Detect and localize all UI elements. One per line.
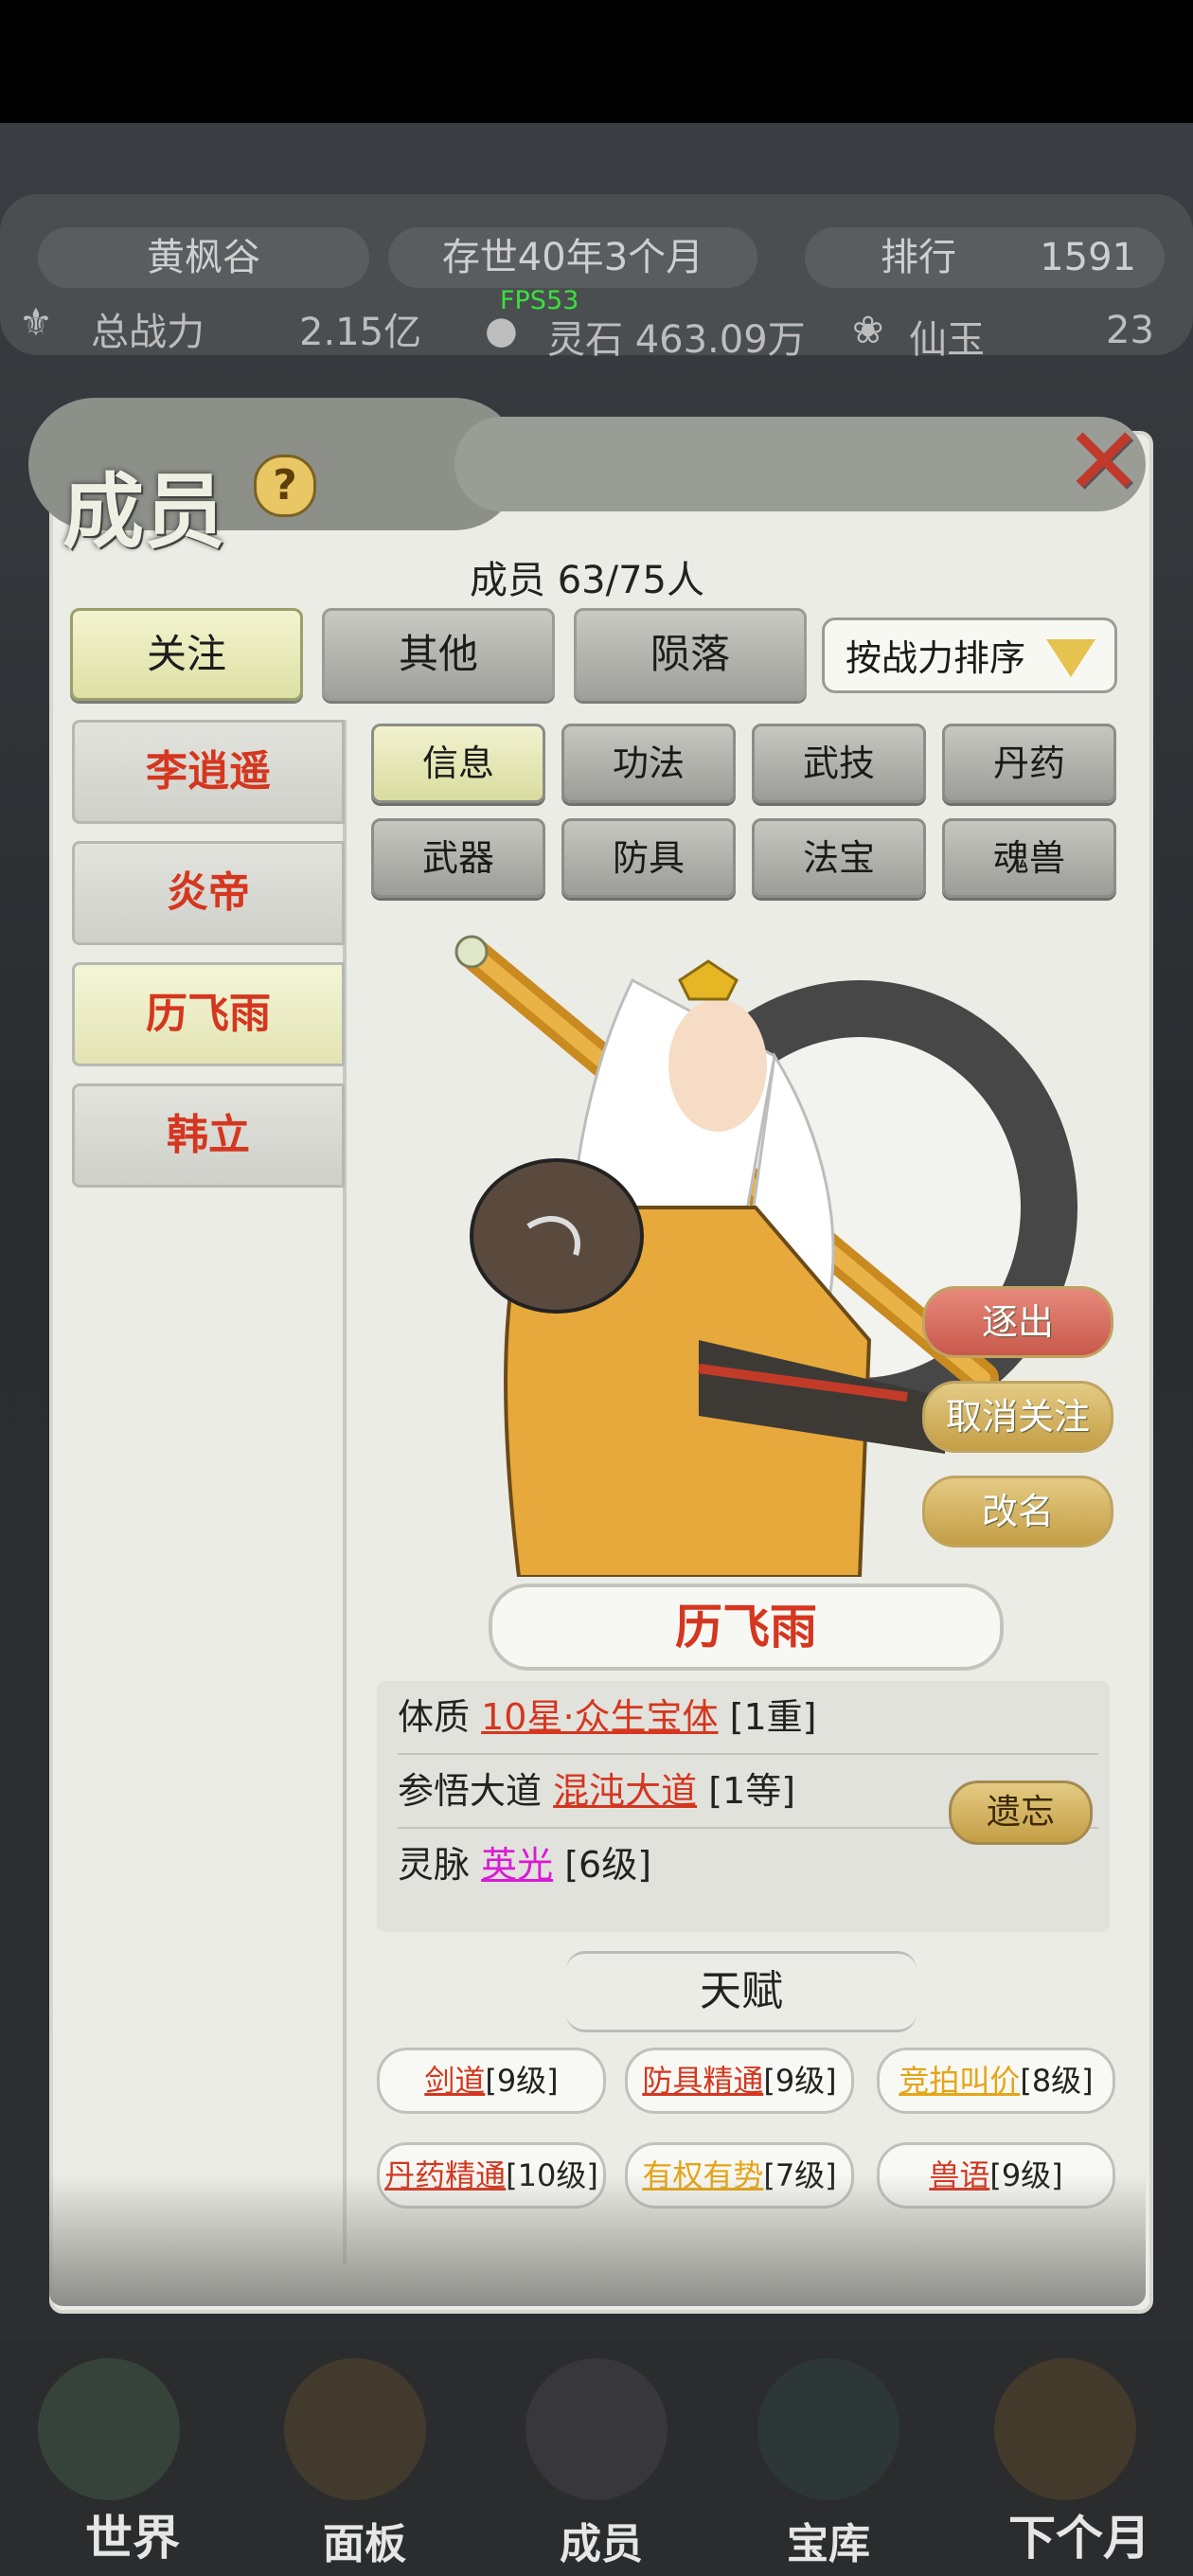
- vein-value: 英光: [481, 1844, 554, 1886]
- close-icon[interactable]: ✕: [1064, 415, 1144, 510]
- rename-button[interactable]: 改名: [922, 1476, 1113, 1547]
- fps-counter: FPS53: [500, 286, 579, 315]
- constitution-label: 体质: [398, 1696, 471, 1738]
- tab-fallen[interactable]: 陨落: [574, 608, 807, 701]
- talent-title: 天赋: [566, 1951, 917, 2032]
- attribute-constitution: 体质 10星·众生宝体 [1重]: [398, 1681, 1098, 1755]
- total-power-value: 2.15亿: [299, 311, 422, 354]
- member-item-han-li[interactable]: 韩立: [72, 1083, 345, 1188]
- expel-button[interactable]: 逐出: [922, 1286, 1113, 1358]
- constitution-level: [1重]: [729, 1696, 817, 1738]
- dialog-bottom-decoration: [49, 2174, 1146, 2306]
- member-item-li-feiyu[interactable]: 历飞雨: [72, 962, 345, 1066]
- talent-level: [8级]: [1020, 2063, 1094, 2099]
- talent-level: [9级]: [485, 2063, 559, 2099]
- talent-name: 竞拍叫价: [899, 2063, 1021, 2099]
- nav-panel[interactable]: 面板: [270, 2510, 459, 2570]
- member-item-yandi[interactable]: 炎帝: [72, 841, 345, 945]
- nav-world[interactable]: 世界: [38, 2500, 227, 2568]
- dao-value: 混沌大道: [553, 1770, 698, 1812]
- subtab-soul-beast[interactable]: 魂兽: [942, 818, 1116, 898]
- vein-level: [6级]: [564, 1844, 652, 1886]
- constitution-value: 10星·众生宝体: [481, 1696, 719, 1738]
- dialog-title: 成员: [62, 464, 225, 560]
- status-bar: [0, 0, 1193, 123]
- ranking-label: 排行: [881, 236, 956, 279]
- next-month-icon: [994, 2358, 1136, 2500]
- subtab-pills[interactable]: 丹药: [942, 724, 1116, 803]
- total-power-label: 总战力: [91, 311, 205, 354]
- subtab-technique[interactable]: 功法: [561, 724, 736, 803]
- chevron-down-icon: [1046, 639, 1095, 677]
- dao-level: [1等]: [708, 1770, 796, 1812]
- panel-icon: [284, 2358, 426, 2500]
- talent-sword[interactable]: 剑道[9级]: [377, 2048, 606, 2114]
- subtab-armor[interactable]: 防具: [561, 818, 736, 898]
- sect-name: 黄枫谷: [38, 227, 369, 288]
- subtab-weapon[interactable]: 武器: [371, 818, 545, 898]
- help-icon[interactable]: ?: [254, 455, 316, 517]
- subtab-artifact[interactable]: 法宝: [752, 818, 926, 898]
- talent-name: 防具精通: [642, 2063, 764, 2099]
- total-power-icon: ⚜: [19, 301, 53, 345]
- ranking-value: 1591: [1040, 236, 1136, 279]
- subtab-martial-skill[interactable]: 武技: [752, 724, 926, 803]
- bottom-nav: 世界 面板 成员 宝库 下个月: [0, 2339, 1193, 2576]
- member-list: 李逍遥 炎帝 历飞雨 韩立: [68, 720, 347, 2263]
- subtab-info[interactable]: 信息: [371, 724, 545, 803]
- vein-label: 灵脉: [398, 1844, 471, 1886]
- character-name: 历飞雨: [489, 1583, 1004, 1671]
- ranking-panel[interactable]: 排行 1591: [805, 227, 1165, 288]
- header-band-decoration: [454, 417, 1146, 511]
- members-icon: [525, 2358, 668, 2500]
- existence-time: 存世40年3个月: [388, 227, 757, 288]
- world-icon: [38, 2358, 180, 2500]
- nav-treasury[interactable]: 宝库: [734, 2510, 923, 2570]
- sort-label: 按战力排序: [846, 637, 1026, 679]
- sort-dropdown[interactable]: 按战力排序: [822, 617, 1117, 693]
- member-item-li-xiaoyao[interactable]: 李逍遥: [72, 720, 345, 824]
- immortal-jade-icon: ❀: [852, 309, 884, 352]
- immortal-jade-value: 23: [1106, 309, 1154, 352]
- treasury-icon: [757, 2358, 899, 2500]
- immortal-jade-label: 仙玉: [909, 318, 985, 362]
- dao-label: 参悟大道: [398, 1770, 543, 1812]
- spirit-stone: 灵石 463.09万: [547, 318, 806, 362]
- forget-button[interactable]: 遗忘: [949, 1780, 1093, 1845]
- talent-armor-mastery[interactable]: 防具精通[9级]: [625, 2048, 854, 2114]
- tab-others[interactable]: 其他: [322, 608, 555, 701]
- talent-name: 剑道: [424, 2063, 486, 2099]
- member-count: 成员 63/75人: [470, 559, 704, 602]
- tab-following[interactable]: 关注: [70, 608, 303, 701]
- nav-members[interactable]: 成员: [507, 2510, 696, 2570]
- talent-auction-bid[interactable]: 竞拍叫价[8级]: [877, 2048, 1115, 2114]
- talent-level: [9级]: [763, 2063, 837, 2099]
- unfollow-button[interactable]: 取消关注: [922, 1381, 1113, 1453]
- nav-next-month[interactable]: 下个月: [985, 2500, 1174, 2568]
